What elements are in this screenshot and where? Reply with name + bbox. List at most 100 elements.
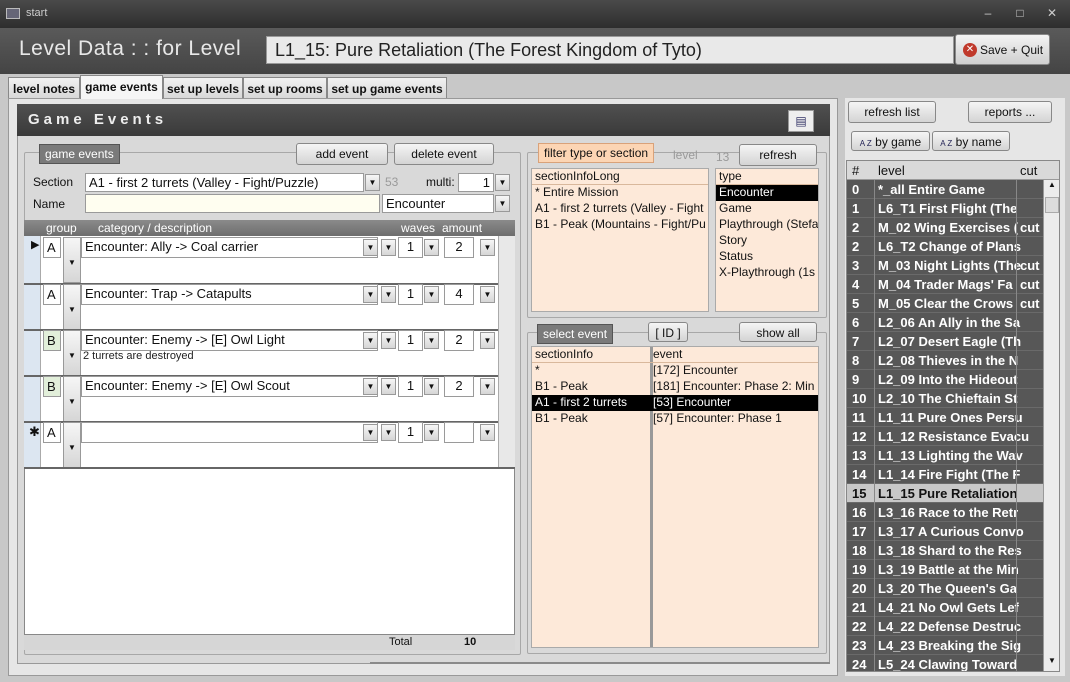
list-item[interactable]: B1 - Peak (Mountains - Fight/Pu [532, 217, 708, 233]
level-row[interactable]: 9 L2_09 Into the Hideout [847, 370, 1045, 389]
category-dropdown-icon[interactable]: ▼ [363, 332, 378, 349]
amount-field[interactable]: 2 [444, 330, 474, 351]
level-row[interactable]: 16 L3_16 Race to the Retr [847, 503, 1045, 522]
section-dropdown-icon[interactable]: ▼ [365, 174, 380, 191]
type-list[interactable]: type Encounter Game Playthrough (Stefa S… [715, 168, 819, 312]
maximize-icon[interactable]: □ [1012, 6, 1028, 20]
tab-set-up-rooms[interactable]: set up rooms [243, 77, 327, 98]
group-dropdown-icon[interactable]: ▼ [63, 237, 81, 283]
amount-field[interactable] [444, 422, 474, 443]
category-dropdown-icon-2[interactable]: ▼ [381, 239, 396, 256]
list-item[interactable]: A1 - first 2 turrets (Valley - Fight [532, 201, 708, 217]
category-dropdown-icon[interactable]: ▼ [363, 378, 378, 395]
waves-field[interactable]: 1 [398, 284, 423, 305]
amount-field[interactable]: 4 [444, 284, 474, 305]
level-row[interactable]: 23 L4_23 Breaking the Sig [847, 636, 1045, 655]
group-dropdown-icon[interactable]: ▼ [63, 422, 81, 468]
level-row[interactable]: 6 L2_06 An Ally in the Sa [847, 313, 1045, 332]
waves-dropdown-icon[interactable]: ▼ [424, 286, 439, 303]
waves-dropdown-icon[interactable]: ▼ [424, 332, 439, 349]
tab-level-notes[interactable]: level notes [8, 77, 80, 98]
level-row[interactable]: 7 L2_07 Desert Eagle (Th [847, 332, 1045, 351]
group-dropdown-icon[interactable]: ▼ [63, 376, 81, 422]
level-row[interactable]: 2 L6_T2 Change of Plans [847, 237, 1045, 256]
level-row[interactable]: 10 L2_10 The Chieftain St [847, 389, 1045, 408]
amount-dropdown-icon[interactable]: ▼ [480, 378, 495, 395]
category-dropdown-icon-2[interactable]: ▼ [381, 332, 396, 349]
category-dropdown-icon-2[interactable]: ▼ [381, 378, 396, 395]
level-row[interactable]: 0 *_all Entire Game [847, 180, 1045, 199]
tab-set-up-levels[interactable]: set up levels [163, 77, 243, 98]
level-row[interactable]: 18 L3_18 Shard to the Res [847, 541, 1045, 560]
amount-dropdown-icon[interactable]: ▼ [480, 332, 495, 349]
group-dropdown-icon[interactable]: ▼ [63, 284, 81, 330]
list-item[interactable]: Playthrough (Stefa [716, 217, 818, 233]
amount-field[interactable]: 2 [444, 237, 474, 258]
multi-field[interactable]: 1 [458, 173, 494, 192]
record-selector[interactable] [24, 377, 41, 421]
group-field[interactable]: B [43, 330, 61, 351]
sort-by-game-button[interactable]: A Z by game [851, 131, 930, 151]
level-row[interactable]: 5 M_05 Clear the Crows cut [847, 294, 1045, 313]
scroll-up-icon[interactable]: ▲ [1044, 180, 1059, 195]
grid-scrollbar[interactable] [498, 236, 515, 467]
list-item[interactable]: Game [716, 201, 818, 217]
level-list[interactable]: # level cut 0 *_all Entire Game 1 L6_T1 Fir… [846, 160, 1060, 672]
level-row[interactable]: 22 L4_22 Defense Destruc [847, 617, 1045, 636]
amount-dropdown-icon[interactable]: ▼ [480, 424, 495, 441]
level-row[interactable]: 21 L4_21 No Owl Gets Lef [847, 598, 1045, 617]
section-select[interactable]: A1 - first 2 turrets (Valley - Fight/Puz… [85, 173, 364, 192]
scroll-thumb[interactable] [1045, 197, 1059, 213]
category-dropdown-icon-2[interactable]: ▼ [381, 424, 396, 441]
level-row[interactable]: 4 M_04 Trader Mags' Fa cut [847, 275, 1045, 294]
add-event-button[interactable]: add event [296, 143, 388, 165]
type-dropdown-icon[interactable]: ▼ [495, 195, 510, 212]
level-row[interactable]: 24 L5_24 Clawing Toward [847, 655, 1045, 671]
list-item[interactable]: B1 - Peak [57] Encounter: Phase 1 [532, 411, 818, 427]
list-item[interactable]: B1 - Peak [181] Encounter: Phase 2: Min [532, 379, 818, 395]
category-field[interactable] [81, 422, 378, 443]
refresh-button[interactable]: refresh [739, 144, 817, 166]
category-dropdown-icon[interactable]: ▼ [363, 286, 378, 303]
select-event-list[interactable]: sectionInfo event * [172] Encounter B1 - P… [531, 346, 819, 648]
level-row[interactable]: 11 L1_11 Pure Ones Persu [847, 408, 1045, 427]
category-dropdown-icon-2[interactable]: ▼ [381, 286, 396, 303]
group-field[interactable]: A [43, 422, 61, 443]
scroll-down-icon[interactable]: ▼ [1044, 656, 1059, 671]
level-row[interactable]: 12 L1_12 Resistance Evacu [847, 427, 1045, 446]
show-all-button[interactable]: show all [739, 322, 817, 342]
record-selector[interactable] [24, 331, 41, 375]
level-row[interactable]: 20 L3_20 The Queen's Ga [847, 579, 1045, 598]
form-view-icon[interactable]: ▤ [788, 110, 814, 132]
sort-by-name-button[interactable]: A Z by name [932, 131, 1010, 151]
waves-field[interactable]: 1 [398, 422, 423, 443]
refresh-list-button[interactable]: refresh list [848, 101, 936, 123]
category-dropdown-icon[interactable]: ▼ [363, 424, 378, 441]
group-field[interactable]: A [43, 237, 61, 258]
multi-dropdown-icon[interactable]: ▼ [495, 174, 510, 191]
level-row[interactable]: 14 L1_14 Fire Fight (The F [847, 465, 1045, 484]
amount-field[interactable]: 2 [444, 376, 474, 397]
level-row[interactable]: 3 M_03 Night Lights (The cut [847, 256, 1045, 275]
list-item[interactable]: * Entire Mission [532, 185, 708, 201]
name-field[interactable] [85, 194, 380, 213]
list-item[interactable]: * [172] Encounter [532, 363, 818, 379]
level-list-scrollbar[interactable]: ▲ ▼ [1043, 180, 1059, 671]
reports-button[interactable]: reports ... [968, 101, 1052, 123]
level-row[interactable]: 2 M_02 Wing Exercises (cut [847, 218, 1045, 237]
type-select[interactable]: Encounter [382, 194, 494, 213]
level-row[interactable]: 19 L3_19 Battle at the Min [847, 560, 1045, 579]
level-title-field[interactable]: L1_15: Pure Retaliation (The Forest King… [266, 36, 954, 64]
waves-dropdown-icon[interactable]: ▼ [424, 239, 439, 256]
category-field[interactable]: Encounter: Enemy -> [E] Owl Scout [81, 376, 378, 397]
tab-set-up-game-events[interactable]: set up game events [327, 77, 447, 98]
level-row[interactable]: 17 L3_17 A Curious Convo [847, 522, 1045, 541]
category-field[interactable]: Encounter: Trap -> Catapults [81, 284, 378, 305]
close-icon[interactable]: ✕ [1044, 6, 1060, 20]
list-item[interactable]: A1 - first 2 turrets [53] Encounter [532, 395, 818, 411]
category-field[interactable]: Encounter: Enemy -> [E] Owl Light [81, 330, 378, 351]
group-field[interactable]: A [43, 284, 61, 305]
group-field[interactable]: B [43, 376, 61, 397]
waves-dropdown-icon[interactable]: ▼ [424, 424, 439, 441]
category-dropdown-icon[interactable]: ▼ [363, 239, 378, 256]
